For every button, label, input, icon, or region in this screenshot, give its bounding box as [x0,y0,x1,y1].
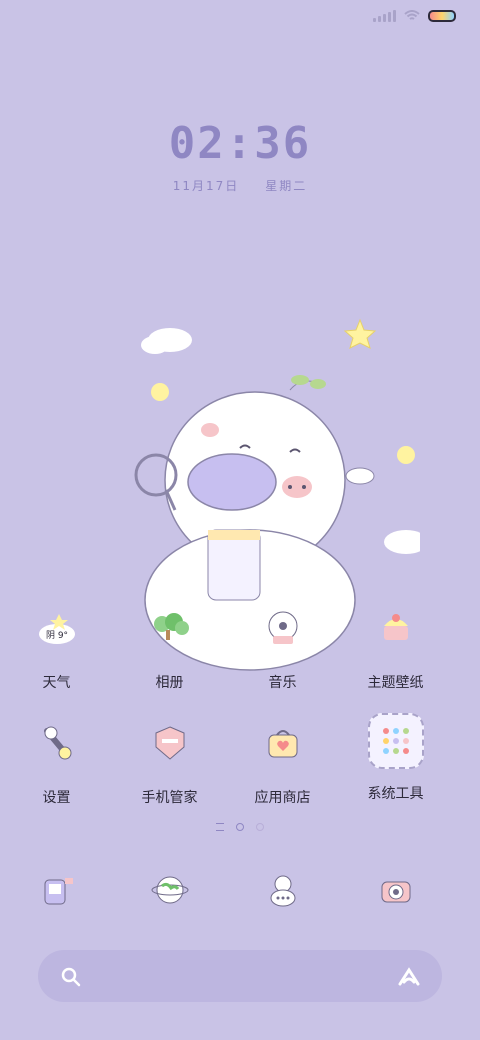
app-weather-label: 天气 [42,675,71,691]
search-icon[interactable] [60,966,82,988]
gallery-icon [153,613,189,640]
app-row-2: 设置 手机管家 应用商店 系统工具 [0,713,480,807]
weather-badge: 阴 9° [45,630,67,641]
page-dot [256,823,264,831]
status-bar [373,10,456,22]
app-theme-wallpaper-label: 主题壁纸 [367,675,424,691]
clock-time: 02:36 [168,118,312,169]
weather-icon: 阴 9° [38,614,75,644]
battery-icon [428,10,456,22]
phone-dialer-icon [44,878,73,905]
dock-phone-dialer[interactable] [0,860,113,920]
app-settings[interactable]: 设置 [0,713,113,807]
signal-icon [373,10,396,22]
app-settings-label: 设置 [42,790,71,806]
phone-manager-icon [155,726,184,760]
page-dot-active [236,823,244,831]
dock-camera[interactable] [339,860,452,920]
clock-date: 11月17日 [172,179,240,193]
app-phone-manager[interactable]: 手机管家 [113,713,226,807]
theme-wallpaper-icon [383,614,408,640]
wifi-icon [404,10,420,20]
messages-icon [270,875,295,907]
app-phone-manager-label: 手机管家 [141,790,198,806]
app-system-tools-label: 系统工具 [367,786,424,802]
app-app-store[interactable]: 应用商店 [226,713,339,807]
clock-weekday: 星期二 [265,179,308,193]
browser-globe-icon [151,876,188,904]
dock-messages[interactable] [226,860,339,920]
app-music[interactable]: 音乐 [226,598,339,692]
app-music-label: 音乐 [268,675,297,691]
page-indicator [0,823,480,831]
app-gallery[interactable]: 相册 [113,598,226,692]
camera-icon [381,881,410,903]
search-bar[interactable] [38,950,442,1002]
music-icon [268,611,297,644]
settings-icon [43,726,71,760]
dock [0,860,480,920]
assistant-icon[interactable] [396,964,422,990]
app-gallery-label: 相册 [155,675,184,691]
folder-mini-icons [382,728,409,754]
system-tools-folder-icon [367,713,424,769]
home-list-icon [216,823,224,831]
clock-widget[interactable]: 02:36 11月17日 星期二 [0,118,480,194]
app-weather[interactable]: 阴 9° 天气 [0,598,113,692]
app-app-store-label: 应用商店 [254,790,311,806]
app-theme-wallpaper[interactable]: 主题壁纸 [339,598,452,692]
app-store-icon [268,730,297,758]
app-row-1: 阴 9° 天气 相册 音乐 主题壁纸 [0,598,480,692]
dock-browser[interactable] [113,860,226,920]
app-system-tools[interactable]: 系统工具 [339,713,452,807]
